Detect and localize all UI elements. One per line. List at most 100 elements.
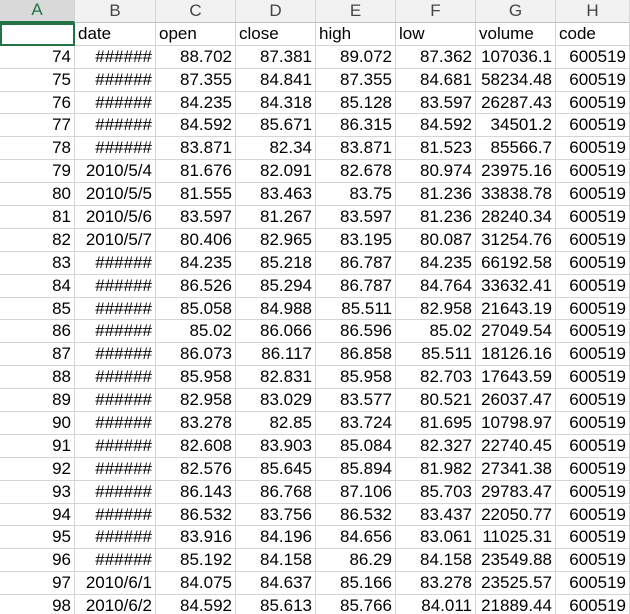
- column-header-g[interactable]: G: [476, 0, 556, 23]
- table-cell[interactable]: 85.192: [156, 549, 236, 573]
- table-cell[interactable]: 27341.38: [476, 457, 556, 481]
- table-cell[interactable]: 80.406: [156, 228, 236, 252]
- index-cell[interactable]: 91: [0, 434, 75, 458]
- table-cell[interactable]: 82.958: [156, 389, 236, 413]
- index-cell[interactable]: 78: [0, 137, 75, 161]
- column-header-d[interactable]: D: [236, 0, 316, 23]
- table-cell[interactable]: 18126.16: [476, 343, 556, 367]
- date-cell[interactable]: 2010/5/5: [75, 183, 156, 207]
- table-cell[interactable]: 86.526: [156, 274, 236, 298]
- table-cell[interactable]: 80.087: [396, 228, 476, 252]
- index-cell[interactable]: 89: [0, 389, 75, 413]
- table-cell[interactable]: 600519: [556, 228, 630, 252]
- table-cell[interactable]: 85.958: [156, 366, 236, 390]
- table-cell[interactable]: 84.637: [236, 572, 316, 596]
- table-cell[interactable]: 82.34: [236, 137, 316, 161]
- table-cell[interactable]: 600519: [556, 526, 630, 550]
- header-cell[interactable]: low: [396, 22, 476, 46]
- table-cell[interactable]: 82.703: [396, 366, 476, 390]
- column-header-h[interactable]: H: [556, 0, 630, 23]
- table-cell[interactable]: 84.011: [396, 595, 476, 614]
- index-cell[interactable]: 82: [0, 228, 75, 252]
- index-cell[interactable]: 83: [0, 251, 75, 275]
- table-cell[interactable]: 86.858: [316, 343, 396, 367]
- date-cell[interactable]: ######: [75, 91, 156, 115]
- table-cell[interactable]: 11025.31: [476, 526, 556, 550]
- table-cell[interactable]: 85.02: [156, 320, 236, 344]
- table-cell[interactable]: 23975.16: [476, 160, 556, 184]
- column-header-b[interactable]: B: [75, 0, 156, 23]
- index-cell[interactable]: 96: [0, 549, 75, 573]
- table-cell[interactable]: 21889.44: [476, 595, 556, 614]
- table-cell[interactable]: 82.831: [236, 366, 316, 390]
- date-cell[interactable]: 2010/5/7: [75, 228, 156, 252]
- table-cell[interactable]: 600519: [556, 412, 630, 435]
- index-cell[interactable]: 81: [0, 206, 75, 229]
- table-cell[interactable]: 86.117: [236, 343, 316, 367]
- date-cell[interactable]: ######: [75, 503, 156, 527]
- index-cell[interactable]: 87: [0, 343, 75, 367]
- index-cell[interactable]: 97: [0, 572, 75, 596]
- table-cell[interactable]: 81.982: [396, 457, 476, 481]
- table-cell[interactable]: 58234.48: [476, 68, 556, 92]
- index-cell[interactable]: 75: [0, 68, 75, 92]
- table-cell[interactable]: 600519: [556, 434, 630, 458]
- table-cell[interactable]: 88.702: [156, 45, 236, 69]
- table-cell[interactable]: 600519: [556, 366, 630, 390]
- table-cell[interactable]: 87.381: [236, 45, 316, 69]
- table-cell[interactable]: 86.787: [316, 251, 396, 275]
- table-cell[interactable]: 85.058: [156, 297, 236, 321]
- table-cell[interactable]: 33838.78: [476, 183, 556, 207]
- date-cell[interactable]: ######: [75, 320, 156, 344]
- table-cell[interactable]: 81.695: [396, 412, 476, 435]
- table-cell[interactable]: 82.965: [236, 228, 316, 252]
- column-header-a[interactable]: A: [0, 0, 75, 23]
- table-cell[interactable]: 600519: [556, 457, 630, 481]
- date-cell[interactable]: ######: [75, 526, 156, 550]
- table-cell[interactable]: 87.355: [316, 68, 396, 92]
- table-cell[interactable]: 87.362: [396, 45, 476, 69]
- table-cell[interactable]: 81.236: [396, 183, 476, 207]
- table-cell[interactable]: 85.166: [316, 572, 396, 596]
- date-cell[interactable]: 2010/6/2: [75, 595, 156, 614]
- table-cell[interactable]: 34501.2: [476, 114, 556, 138]
- date-cell[interactable]: ######: [75, 114, 156, 138]
- table-cell[interactable]: 84.592: [156, 595, 236, 614]
- table-cell[interactable]: 84.841: [236, 68, 316, 92]
- table-cell[interactable]: 600519: [556, 503, 630, 527]
- table-cell[interactable]: 83.756: [236, 503, 316, 527]
- table-cell[interactable]: 82.576: [156, 457, 236, 481]
- date-cell[interactable]: ######: [75, 297, 156, 321]
- table-cell[interactable]: 84.235: [156, 251, 236, 275]
- table-cell[interactable]: 23525.57: [476, 572, 556, 596]
- table-cell[interactable]: 27049.54: [476, 320, 556, 344]
- date-cell[interactable]: ######: [75, 45, 156, 69]
- table-cell[interactable]: 84.592: [396, 114, 476, 138]
- table-cell[interactable]: 81.523: [396, 137, 476, 161]
- date-cell[interactable]: ######: [75, 366, 156, 390]
- column-header-c[interactable]: C: [156, 0, 236, 23]
- table-cell[interactable]: 22740.45: [476, 434, 556, 458]
- header-cell[interactable]: open: [156, 22, 236, 46]
- table-cell[interactable]: 600519: [556, 389, 630, 413]
- index-cell[interactable]: 88: [0, 366, 75, 390]
- table-cell[interactable]: 85566.7: [476, 137, 556, 161]
- table-cell[interactable]: 87.106: [316, 480, 396, 504]
- table-cell[interactable]: 83.903: [236, 434, 316, 458]
- table-cell[interactable]: 600519: [556, 343, 630, 367]
- header-cell[interactable]: volume: [476, 22, 556, 46]
- date-cell[interactable]: ######: [75, 434, 156, 458]
- table-cell[interactable]: 84.318: [236, 91, 316, 115]
- date-cell[interactable]: ######: [75, 274, 156, 298]
- date-cell[interactable]: ######: [75, 251, 156, 275]
- index-cell[interactable]: 77: [0, 114, 75, 138]
- table-cell[interactable]: 80.521: [396, 389, 476, 413]
- table-cell[interactable]: 600519: [556, 206, 630, 229]
- table-cell[interactable]: 81.267: [236, 206, 316, 229]
- column-header-e[interactable]: E: [316, 0, 396, 23]
- table-cell[interactable]: 85.084: [316, 434, 396, 458]
- table-cell[interactable]: 85.645: [236, 457, 316, 481]
- table-cell[interactable]: 83.278: [156, 412, 236, 435]
- table-cell[interactable]: 82.091: [236, 160, 316, 184]
- table-cell[interactable]: 600519: [556, 114, 630, 138]
